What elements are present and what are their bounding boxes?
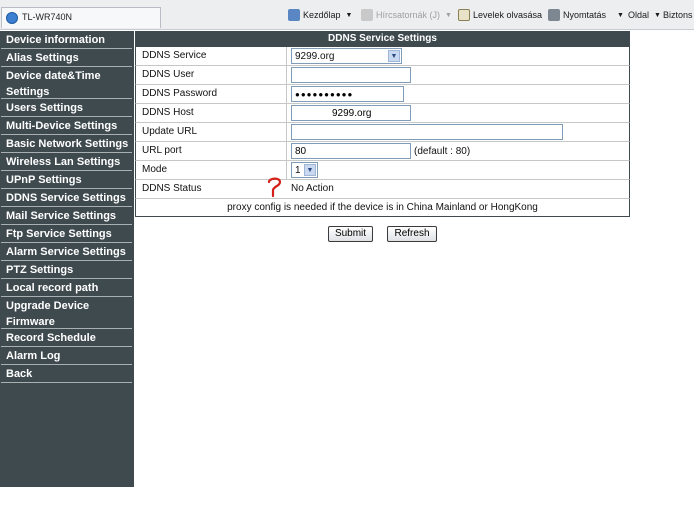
ddns-status-row: DDNS Status No Action [135,180,630,199]
sidebar-item-alarm-service-settings[interactable]: Alarm Service Settings [1,243,132,261]
update-url-input[interactable] [291,124,563,140]
sidebar-item-ptz-settings[interactable]: PTZ Settings [1,261,132,279]
url-port-input[interactable]: 80 [291,143,411,159]
sidebar-item-back[interactable]: Back [1,365,132,383]
column-divider [286,66,287,84]
sidebar: Device information Alias Settings Device… [0,31,134,487]
ddns-service-value: 9299.org [295,51,335,62]
feed-icon [361,9,373,21]
ddns-host-row: DDNS Host 9299.org [135,104,630,123]
ddns-user-row: DDNS User [135,66,630,85]
safety-menu-button[interactable]: Biztons [663,8,693,22]
sidebar-item-alarm-log[interactable]: Alarm Log [1,347,132,365]
browser-tab[interactable]: TL-WR740N [1,7,161,28]
ie-page-icon [6,12,18,24]
print-button[interactable]: Nyomtatás ▼ [548,8,624,22]
sidebar-item-ftp-service-settings[interactable]: Ftp Service Settings [1,225,132,243]
page-menu-button[interactable]: Oldal ▼ [628,8,661,22]
column-divider [286,85,287,103]
chevron-down-icon: ▼ [654,11,661,19]
chevron-down-icon[interactable]: ▼ [617,12,624,19]
proxy-note-row: proxy config is needed if the device is … [135,199,630,217]
browser-toolbar: TL-WR740N Kezdőlap ▼ Hírcsatornák (J) ▼ … [0,0,694,30]
sidebar-item-multi-device-settings[interactable]: Multi-Device Settings [1,117,132,135]
proxy-note: proxy config is needed if the device is … [227,202,538,213]
ddns-host-input[interactable]: 9299.org [291,105,411,121]
mail-icon [458,9,470,21]
sidebar-item-basic-network-settings[interactable]: Basic Network Settings [1,135,132,153]
chevron-down-icon[interactable]: ▼ [346,12,353,19]
column-divider [286,161,287,179]
sidebar-item-device-information[interactable]: Device information [1,31,132,49]
update-url-label: Update URL [142,126,198,137]
chevron-down-icon[interactable]: ▼ [388,50,400,62]
chevron-down-icon[interactable]: ▼ [304,164,316,176]
mode-label: Mode [142,164,168,175]
column-divider [286,47,287,65]
mode-row: Mode 1 ▼ [135,161,630,180]
ddns-settings-panel: DDNS Service Settings DDNS Service 9299.… [135,31,630,217]
column-divider [286,142,287,160]
refresh-button[interactable]: Refresh [387,226,437,242]
column-divider [286,104,287,122]
sidebar-item-local-record-path[interactable]: Local record path [1,279,132,297]
mode-value: 1 [295,165,301,176]
ddns-password-row: DDNS Password ●●●●●●●●●● [135,85,630,104]
ddns-password-input[interactable]: ●●●●●●●●●● [291,86,404,102]
update-url-row: Update URL [135,123,630,142]
sidebar-item-ddns-service-settings[interactable]: DDNS Service Settings [1,189,132,207]
read-mail-button[interactable]: Levelek olvasása [458,8,542,22]
ddns-status-value: No Action [291,183,334,194]
ddns-user-label: DDNS User [142,69,195,80]
sidebar-item-date-time-settings[interactable]: Device date&Time Settings [1,67,132,99]
home-button[interactable]: Kezdőlap ▼ [288,8,352,22]
feeds-button[interactable]: Hírcsatornák (J) ▼ [361,8,452,22]
ddns-service-label: DDNS Service [142,50,207,61]
printer-icon [548,9,560,21]
home-icon [288,9,300,21]
url-port-label: URL port [142,145,182,156]
mode-select[interactable]: 1 ▼ [291,162,318,178]
url-port-hint: (default : 80) [414,146,471,157]
sidebar-item-upnp-settings[interactable]: UPnP Settings [1,171,132,189]
tab-title: TL-WR740N [22,12,73,22]
sidebar-item-users-settings[interactable]: Users Settings [1,99,132,117]
sidebar-item-record-schedule[interactable]: Record Schedule [1,329,132,347]
chevron-down-icon[interactable]: ▼ [445,12,452,19]
panel-title: DDNS Service Settings [135,31,630,47]
ddns-status-label: DDNS Status [142,183,202,194]
handwritten-question-mark [267,177,282,198]
submit-button[interactable]: Submit [328,226,373,242]
sidebar-item-alias-settings[interactable]: Alias Settings [1,49,132,67]
sidebar-item-wireless-lan-settings[interactable]: Wireless Lan Settings [1,153,132,171]
sidebar-item-mail-service-settings[interactable]: Mail Service Settings [1,207,132,225]
column-divider [286,123,287,141]
sidebar-item-upgrade-firmware[interactable]: Upgrade Device Firmware [1,297,132,329]
ddns-service-row: DDNS Service 9299.org ▼ [135,47,630,66]
ddns-password-label: DDNS Password [142,88,218,99]
ddns-service-select[interactable]: 9299.org ▼ [291,48,402,64]
url-port-row: URL port 80 (default : 80) [135,142,630,161]
ddns-host-label: DDNS Host [142,107,194,118]
ddns-user-input[interactable] [291,67,411,83]
